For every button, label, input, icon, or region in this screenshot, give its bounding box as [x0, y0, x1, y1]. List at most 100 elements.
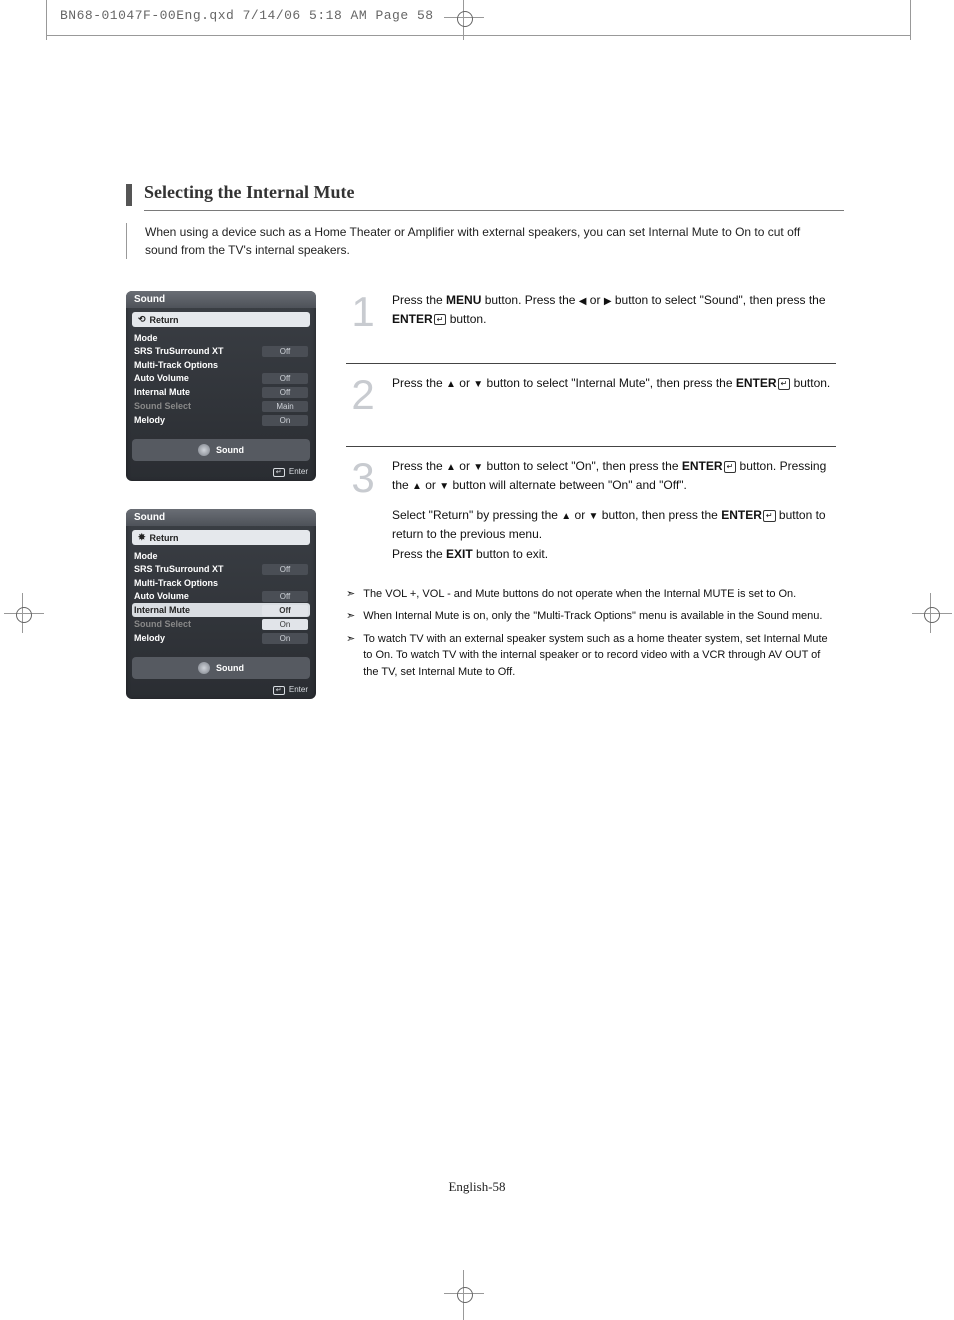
osd-row-value: On: [262, 415, 308, 426]
osd-sound-bar: Sound: [132, 439, 310, 461]
osd-row: Mode: [132, 549, 310, 562]
osd-row-value: Main: [262, 401, 308, 412]
note-bullet-icon: ➣: [346, 631, 355, 681]
speaker-icon: [198, 444, 210, 456]
sound-bar-label: Sound: [216, 663, 244, 673]
return-row: ⟲ Return: [132, 312, 310, 327]
osd-row: Internal Mute Off: [132, 385, 310, 399]
step-number: 3: [346, 457, 380, 499]
step-text: Press the ▲ or ▼ button to select "On", …: [392, 457, 836, 564]
return-row: ✸ Return: [132, 530, 310, 545]
osd-row-label: Mode: [134, 333, 158, 343]
osd-sound-bar: Sound: [132, 657, 310, 679]
section-marker: [126, 184, 132, 206]
step-2: 2 Press the ▲ or ▼ button to select "Int…: [346, 363, 836, 446]
return-label: Return: [150, 315, 179, 325]
osd-row-label: Sound Select: [134, 401, 191, 411]
osd-title: Sound: [126, 509, 316, 526]
crop-mark: [16, 607, 32, 623]
osd-row: Multi-Track Options: [132, 358, 310, 371]
frame-line: [46, 35, 910, 36]
osd-row-value: On: [262, 619, 308, 630]
intro-text: When using a device such as a Home Theat…: [126, 223, 835, 259]
osd-panel: Sound ✸ Return Mode SRS TruSurround XT Off…: [126, 509, 316, 699]
osd-row-label: Internal Mute: [134, 387, 190, 397]
osd-row-label: Internal Mute: [134, 605, 190, 615]
osd-row-value: Off: [262, 591, 308, 602]
note-line: ➣To watch TV with an external speaker sy…: [346, 631, 836, 681]
crop-mark: [457, 11, 473, 27]
osd-row-value: On: [262, 633, 308, 644]
return-label: Return: [150, 533, 179, 543]
note-text: To watch TV with an external speaker sys…: [363, 631, 836, 681]
frame-line: [910, 0, 911, 40]
osd-row-label: Auto Volume: [134, 373, 189, 383]
up-arrow-icon: ▲: [412, 479, 422, 495]
right-arrow-icon: ▶: [604, 294, 612, 310]
osd-row: Melody On: [132, 413, 310, 427]
crop-mark: [457, 1287, 473, 1303]
step-1: 1 Press the MENU button. Press the ◀ or …: [346, 291, 836, 363]
osd-row: Multi-Track Options: [132, 576, 310, 589]
osd-panel: Sound ⟲ Return Mode SRS TruSurround XT Off…: [126, 291, 316, 481]
osd-row-label: SRS TruSurround XT: [134, 564, 224, 574]
osd-row: Melody On: [132, 631, 310, 645]
note-text: The VOL +, VOL - and Mute buttons do not…: [363, 586, 796, 603]
note-bullet-icon: ➣: [346, 586, 355, 603]
osd-row-label: Auto Volume: [134, 591, 189, 601]
osd-row: Mode: [132, 331, 310, 344]
enter-icon: ↵: [273, 468, 285, 477]
crop-mark: [924, 607, 940, 623]
osd-row: Sound SelectOn: [132, 617, 310, 631]
osd-row-value: Off: [262, 346, 308, 357]
enter-label: Enter: [289, 467, 308, 476]
osd-row: SRS TruSurround XT Off: [132, 344, 310, 358]
osd-row: SRS TruSurround XT Off: [132, 562, 310, 576]
note-line: ➣ The VOL +, VOL - and Mute buttons do no…: [346, 586, 836, 603]
osd-row-label: Melody: [134, 633, 165, 643]
enter-icon: ↵: [763, 510, 776, 522]
osd-row: Sound Select Main: [132, 399, 310, 413]
note-line: ➣ When Internal Mute is on, only the "Mul…: [346, 608, 836, 625]
note-text: When Internal Mute is on, only the "Mult…: [363, 608, 822, 625]
section-title: Selecting the Internal Mute: [144, 182, 354, 203]
down-arrow-icon: ▼: [439, 479, 449, 495]
return-icon: ✸: [138, 532, 146, 543]
osd-enter-hint: ↵ Enter: [126, 683, 316, 699]
speaker-icon: [198, 662, 210, 674]
step-text: Press the MENU button. Press the ◀ or ▶ …: [392, 291, 836, 328]
frame-line: [46, 0, 47, 40]
enter-icon: ↵: [724, 461, 737, 473]
osd-row: Auto Volume Off: [132, 371, 310, 385]
osd-title: Sound: [126, 291, 316, 308]
osd-row-label: Multi-Track Options: [134, 578, 218, 588]
osd-row: Auto Volume Off: [132, 589, 310, 603]
step-3: 3 Press the ▲ or ▼ button to select "On"…: [346, 446, 836, 578]
osd-row: Internal MuteOff: [132, 603, 310, 617]
note-bullet-icon: ➣: [346, 608, 355, 625]
down-arrow-icon: ▼: [473, 460, 483, 476]
page-footer: English-58: [0, 1179, 954, 1195]
enter-icon: ↵: [273, 686, 285, 695]
osd-row-label: SRS TruSurround XT: [134, 346, 224, 356]
osd-enter-hint: ↵ Enter: [126, 465, 316, 481]
enter-icon: ↵: [778, 378, 791, 390]
osd-row-value: Off: [262, 564, 308, 575]
up-arrow-icon: ▲: [561, 509, 571, 525]
down-arrow-icon: ▼: [473, 377, 483, 393]
print-header: BN68-01047F-00Eng.qxd 7/14/06 5:18 AM Pa…: [60, 8, 434, 23]
return-icon: ⟲: [138, 314, 146, 325]
step-text: Press the ▲ or ▼ button to select "Inter…: [392, 374, 836, 393]
enter-label: Enter: [289, 685, 308, 694]
osd-row-label: Mode: [134, 551, 158, 561]
down-arrow-icon: ▼: [589, 509, 599, 525]
osd-row-label: Melody: [134, 415, 165, 425]
step-number: 1: [346, 291, 380, 333]
osd-row-value: Off: [262, 387, 308, 398]
osd-row-value: Off: [262, 373, 308, 384]
divider: [144, 210, 844, 211]
step-number: 2: [346, 374, 380, 416]
enter-icon: ↵: [434, 314, 447, 326]
osd-row-label: Multi-Track Options: [134, 360, 218, 370]
sound-bar-label: Sound: [216, 445, 244, 455]
